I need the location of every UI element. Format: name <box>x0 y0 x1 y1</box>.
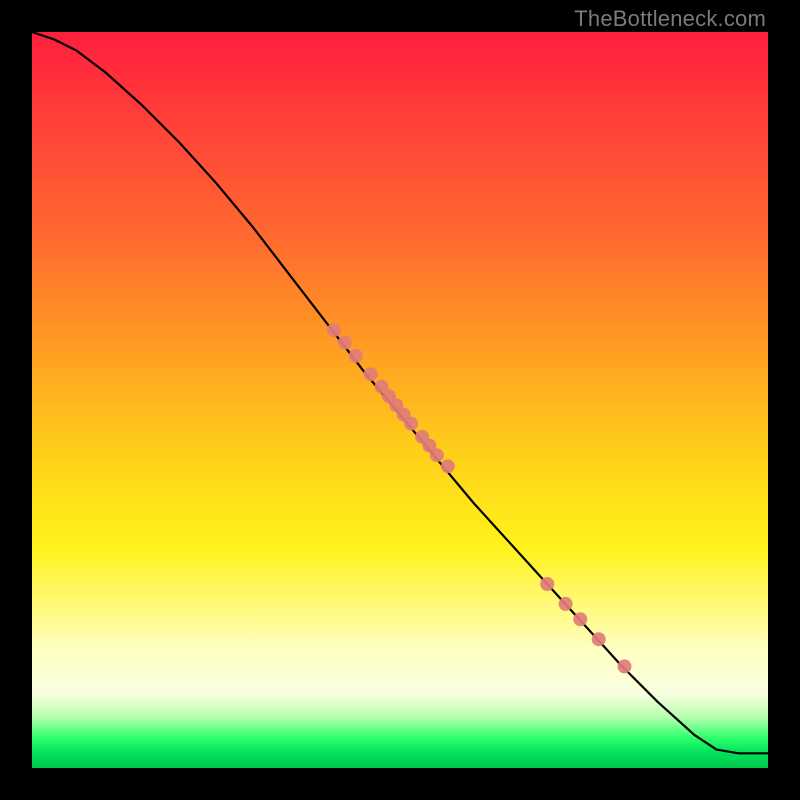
scatter-points <box>327 323 632 673</box>
scatter-point <box>430 448 444 462</box>
plot-area <box>32 32 768 768</box>
scatter-point <box>573 612 587 626</box>
scatter-point <box>592 632 606 646</box>
scatter-point <box>327 323 341 337</box>
scatter-point <box>404 417 418 431</box>
stage: TheBottleneck.com <box>0 0 800 800</box>
scatter-point <box>540 577 554 591</box>
curve-line <box>32 32 768 753</box>
chart-svg <box>32 32 768 768</box>
scatter-point <box>349 349 363 363</box>
scatter-point <box>559 597 573 611</box>
scatter-point <box>338 336 352 350</box>
scatter-point <box>618 659 632 673</box>
scatter-point <box>441 459 455 473</box>
scatter-point <box>364 367 378 381</box>
watermark-text: TheBottleneck.com <box>574 6 766 32</box>
